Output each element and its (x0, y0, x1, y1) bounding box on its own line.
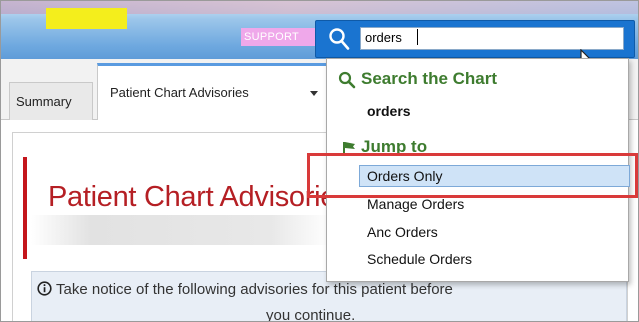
support-tag: SUPPORT (241, 28, 324, 46)
search-the-chart-heading[interactable]: Search the Chart (361, 69, 497, 89)
tab-label: Patient Chart Advisories (110, 85, 249, 100)
menu-item-schedule-orders[interactable]: Schedule Orders (367, 251, 472, 267)
notice-text-line-1: Take notice of the following advisories … (56, 281, 453, 298)
tab-summary[interactable]: Summary (9, 82, 93, 120)
application-window: SUPPORT orders Summary Patient Chart Adv… (0, 0, 639, 322)
search-icon[interactable] (328, 27, 350, 51)
page-title: Patient Chart Advisories (48, 181, 351, 213)
menu-item-manage-orders[interactable]: Manage Orders (367, 196, 464, 212)
tab-patient-chart-advisories[interactable]: Patient Chart Advisories (97, 63, 329, 120)
search-text-highlight (46, 8, 127, 29)
notice-text-line-2: you continue. (266, 307, 356, 322)
info-icon (37, 281, 52, 296)
text-caret (417, 29, 418, 45)
menu-item-anc-orders[interactable]: Anc Orders (367, 224, 438, 240)
annotation-highlight-box (307, 153, 638, 198)
title-accent-bar (23, 157, 27, 259)
chevron-down-icon[interactable] (310, 91, 318, 96)
search-query-result[interactable]: orders (367, 103, 411, 119)
search-input-value[interactable]: orders (365, 30, 402, 45)
search-chart-icon (338, 71, 356, 89)
blurred-subtitle (31, 215, 331, 245)
